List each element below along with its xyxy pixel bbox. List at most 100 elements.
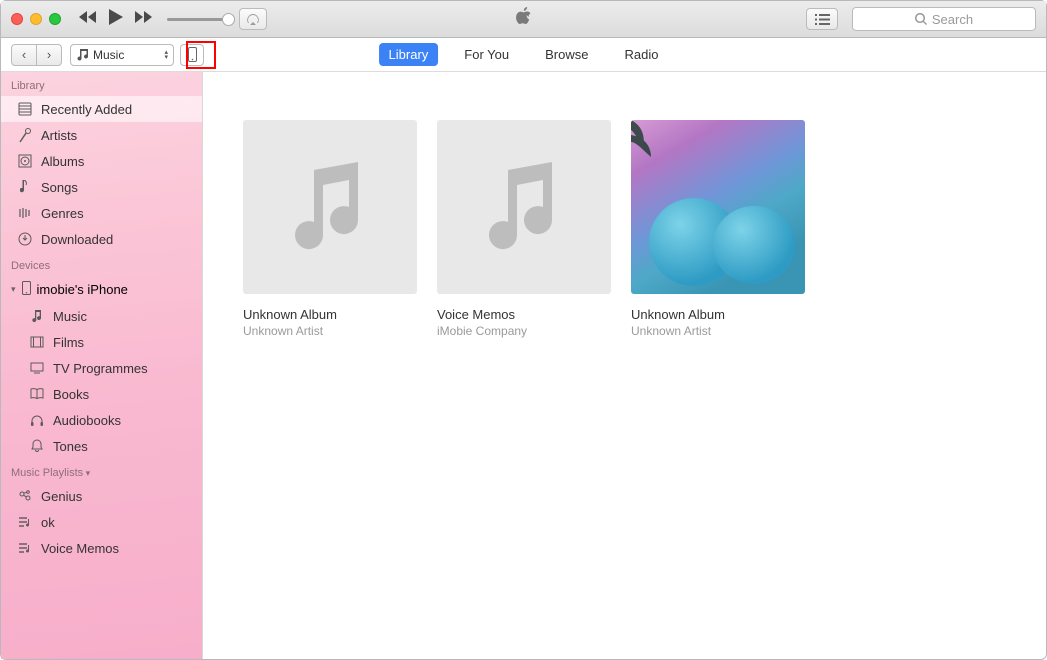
nav-tabs: Library For You Browse Radio — [379, 43, 669, 66]
playback-controls — [79, 9, 153, 30]
sidebar-item-label: Films — [53, 335, 84, 350]
download-icon — [17, 231, 33, 247]
tv-icon — [29, 360, 45, 376]
back-button[interactable]: ‹ — [11, 44, 37, 66]
film-icon — [29, 334, 45, 350]
album-art — [631, 120, 805, 294]
genius-icon — [17, 488, 33, 504]
sidebar-device-tones[interactable]: Tones — [1, 433, 202, 459]
sidebar-item-songs[interactable]: Songs — [1, 174, 202, 200]
window-controls — [11, 13, 61, 25]
playlist-icon — [17, 540, 33, 556]
close-window-button[interactable] — [11, 13, 23, 25]
album-art-placeholder — [243, 120, 417, 294]
book-icon — [29, 386, 45, 402]
sidebar-item-genres[interactable]: Genres — [1, 200, 202, 226]
tab-for-you[interactable]: For You — [454, 43, 519, 66]
sidebar-item-recently-added[interactable]: Recently Added — [1, 96, 202, 122]
sidebar-playlist-genius[interactable]: Genius — [1, 483, 202, 509]
sidebar-item-label: Downloaded — [41, 232, 113, 247]
sidebar-device-label: imobie's iPhone — [37, 282, 128, 297]
sidebar-device-films[interactable]: Films — [1, 329, 202, 355]
album-art-placeholder — [437, 120, 611, 294]
sidebar-playlist-ok[interactable]: ok — [1, 509, 202, 535]
album-artist: Unknown Artist — [631, 324, 805, 338]
sidebar-item-label: Voice Memos — [41, 541, 119, 556]
chevron-updown-icon: ▴▾ — [164, 50, 168, 60]
media-type-label: Music — [93, 48, 124, 62]
sidebar-item-label: ok — [41, 515, 55, 530]
bell-icon — [29, 438, 45, 454]
note-icon — [17, 179, 33, 195]
recently-added-icon — [17, 101, 33, 117]
sidebar-item-label: Music — [53, 309, 87, 324]
sidebar-device-tv[interactable]: TV Programmes — [1, 355, 202, 381]
music-note-icon — [484, 162, 564, 252]
album-item[interactable]: Unknown Album Unknown Artist — [631, 120, 805, 659]
volume-slider[interactable] — [167, 18, 229, 21]
album-item[interactable]: Unknown Album Unknown Artist — [243, 120, 417, 659]
album-artist: iMobie Company — [437, 324, 611, 338]
forward-button[interactable]: › — [36, 44, 62, 66]
sidebar-item-label: Artists — [41, 128, 77, 143]
sidebar-item-albums[interactable]: Albums — [1, 148, 202, 174]
sidebar-item-label: TV Programmes — [53, 361, 148, 376]
album-title: Unknown Album — [631, 307, 805, 322]
sidebar-item-label: Tones — [53, 439, 88, 454]
next-track-button[interactable] — [135, 10, 153, 28]
sidebar-item-label: Books — [53, 387, 89, 402]
sidebar-item-label: Songs — [41, 180, 78, 195]
phone-icon — [22, 281, 31, 298]
sidebar-item-downloaded[interactable]: Downloaded — [1, 226, 202, 252]
play-button[interactable] — [109, 9, 123, 30]
album-title: Unknown Album — [243, 307, 417, 322]
album-icon — [17, 153, 33, 169]
sidebar-item-label: Audiobooks — [53, 413, 121, 428]
sidebar-section-library: Library — [1, 72, 202, 96]
sidebar: Library Recently Added Artists Albums So… — [1, 72, 203, 659]
sidebar-section-devices: Devices — [1, 252, 202, 276]
toolbar: ‹ › Music ▴▾ Library For You Browse Radi… — [1, 38, 1046, 72]
search-icon — [915, 13, 927, 25]
sidebar-item-artists[interactable]: Artists — [1, 122, 202, 148]
airplay-button[interactable] — [239, 8, 267, 30]
sidebar-device-audiobooks[interactable]: Audiobooks — [1, 407, 202, 433]
guitar-icon — [17, 205, 33, 221]
minimize-window-button[interactable] — [30, 13, 42, 25]
sidebar-item-label: Albums — [41, 154, 84, 169]
album-grid: Unknown Album Unknown Artist Voice Memos… — [203, 72, 1046, 659]
music-note-icon — [290, 162, 370, 252]
sidebar-section-playlists[interactable]: Music Playlists — [1, 459, 202, 483]
sidebar-item-label: Genius — [41, 489, 82, 504]
sidebar-item-label: Genres — [41, 206, 84, 221]
phone-icon — [188, 47, 197, 62]
sidebar-item-label: Recently Added — [41, 102, 132, 117]
apple-logo-icon — [516, 7, 532, 31]
titlebar: Search — [1, 1, 1046, 38]
album-title: Voice Memos — [437, 307, 611, 322]
playlist-icon — [17, 514, 33, 530]
tab-radio[interactable]: Radio — [614, 43, 668, 66]
palm-decoration — [631, 120, 671, 180]
tab-library[interactable]: Library — [379, 43, 439, 66]
list-view-button[interactable] — [806, 8, 838, 30]
previous-track-button[interactable] — [79, 10, 97, 28]
album-item[interactable]: Voice Memos iMobie Company — [437, 120, 611, 659]
tab-browse[interactable]: Browse — [535, 43, 598, 66]
sidebar-device-books[interactable]: Books — [1, 381, 202, 407]
sidebar-device[interactable]: ▾ imobie's iPhone — [1, 276, 202, 303]
disclosure-triangle-icon[interactable]: ▾ — [11, 284, 16, 295]
device-button[interactable] — [180, 44, 204, 66]
search-placeholder: Search — [932, 12, 973, 27]
maximize-window-button[interactable] — [49, 13, 61, 25]
list-icon — [815, 14, 830, 25]
note-icon — [29, 308, 45, 324]
search-input[interactable]: Search — [852, 7, 1036, 31]
sidebar-device-music[interactable]: Music — [1, 303, 202, 329]
headphones-icon — [29, 412, 45, 428]
microphone-icon — [17, 127, 33, 143]
media-type-selector[interactable]: Music ▴▾ — [70, 44, 174, 66]
sidebar-playlist-voice-memos[interactable]: Voice Memos — [1, 535, 202, 561]
airplay-icon — [246, 13, 260, 25]
music-icon — [77, 49, 88, 61]
